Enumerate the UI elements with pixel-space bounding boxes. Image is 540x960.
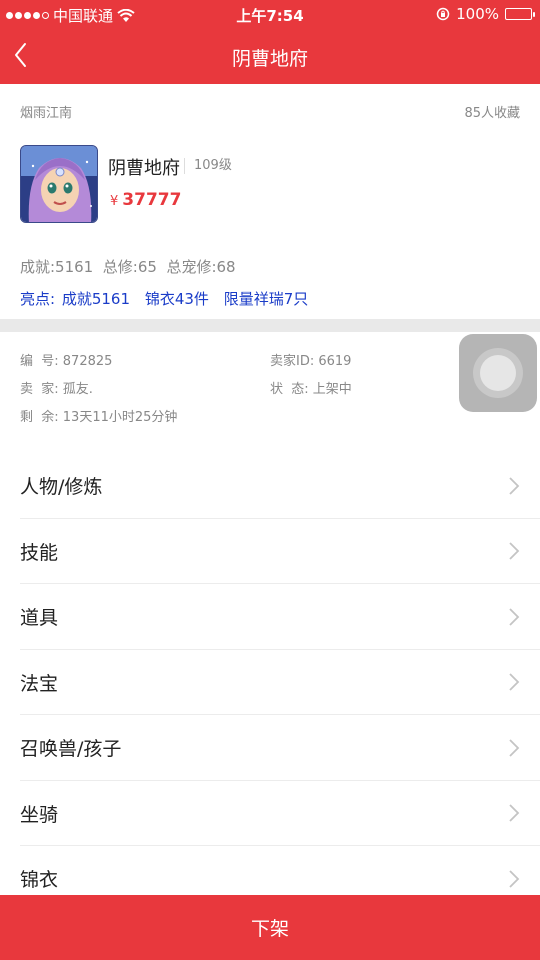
menu-item-label: 道具 [20, 607, 59, 630]
favorites-count: 85人收藏 [464, 106, 520, 121]
character-card: 烟雨江南 85人收藏 阴曹地府 109级 ¥37777 成就:5161 总修:6… [0, 84, 540, 320]
menu-item-label: 坐骑 [20, 803, 59, 826]
character-level: 109级 [184, 158, 232, 174]
chevron-right-icon [509, 804, 520, 822]
chevron-right-icon [509, 739, 520, 757]
menu-item-pets-children[interactable]: 召唤兽/孩子 [0, 715, 540, 781]
chevron-right-icon [509, 608, 520, 626]
highlight-tag: 限量祥瑞7只 [223, 290, 309, 308]
chevron-right-icon [509, 870, 520, 888]
seller-name: 卖 家: 孤友. [20, 382, 93, 397]
status-bar: 中国联通 上午7:54 100% [0, 0, 540, 28]
nav-bar: 阴曹地府 [0, 28, 540, 84]
currency-symbol: ¥ [110, 194, 119, 209]
menu-item-items[interactable]: 道具 [0, 584, 540, 650]
time-remaining: 剩 余: 13天11小时25分钟 [20, 410, 178, 425]
highlights-label: 亮点: [20, 290, 56, 308]
avatar [20, 145, 98, 223]
menu-item-treasures[interactable]: 法宝 [0, 650, 540, 716]
section-divider [0, 319, 540, 332]
menu-item-label: 人物/修炼 [20, 476, 103, 499]
delist-button[interactable]: 下架 [0, 895, 540, 960]
menu-item-label: 技能 [20, 541, 59, 564]
price-value: 37777 [122, 190, 182, 210]
menu-item-label: 法宝 [20, 672, 59, 695]
page-title: 阴曹地府 [231, 48, 308, 70]
character-portrait-icon [21, 146, 97, 222]
serial-number: 编 号: 872825 [20, 354, 113, 369]
character-name: 阴曹地府 [108, 158, 180, 179]
detail-menu: 人物/修炼 技能 道具 法宝 召唤兽/孩子 坐骑 锦衣 [0, 453, 540, 912]
battery-percent: 100% [456, 5, 499, 23]
battery-icon [505, 8, 535, 20]
character-stats: 成就:5161 总修:65 总宠修:68 [20, 258, 236, 276]
menu-item-skills[interactable]: 技能 [0, 519, 540, 585]
menu-item-label: 召唤兽/孩子 [20, 738, 122, 761]
chevron-right-icon [509, 673, 520, 691]
menu-item-character-cultivation[interactable]: 人物/修炼 [0, 453, 540, 519]
orientation-lock-icon [436, 7, 450, 21]
chevron-right-icon [509, 542, 520, 560]
menu-item-mounts[interactable]: 坐骑 [0, 781, 540, 847]
highlights: 亮点: 成就5161 锦衣43件 限量祥瑞7只 [20, 288, 318, 309]
assistive-touch-button[interactable] [459, 334, 537, 412]
highlight-tag: 成就5161 [61, 290, 131, 308]
server-name: 烟雨江南 [20, 106, 73, 121]
listing-status: 状 态: 上架中 [270, 382, 352, 397]
seller-id: 卖家ID: 6619 [270, 354, 352, 369]
menu-item-label: 锦衣 [20, 869, 59, 892]
status-bar-right: 100% [436, 5, 535, 23]
price: ¥37777 [110, 190, 181, 210]
highlight-tag: 锦衣43件 [144, 290, 209, 308]
chevron-right-icon [509, 477, 520, 495]
